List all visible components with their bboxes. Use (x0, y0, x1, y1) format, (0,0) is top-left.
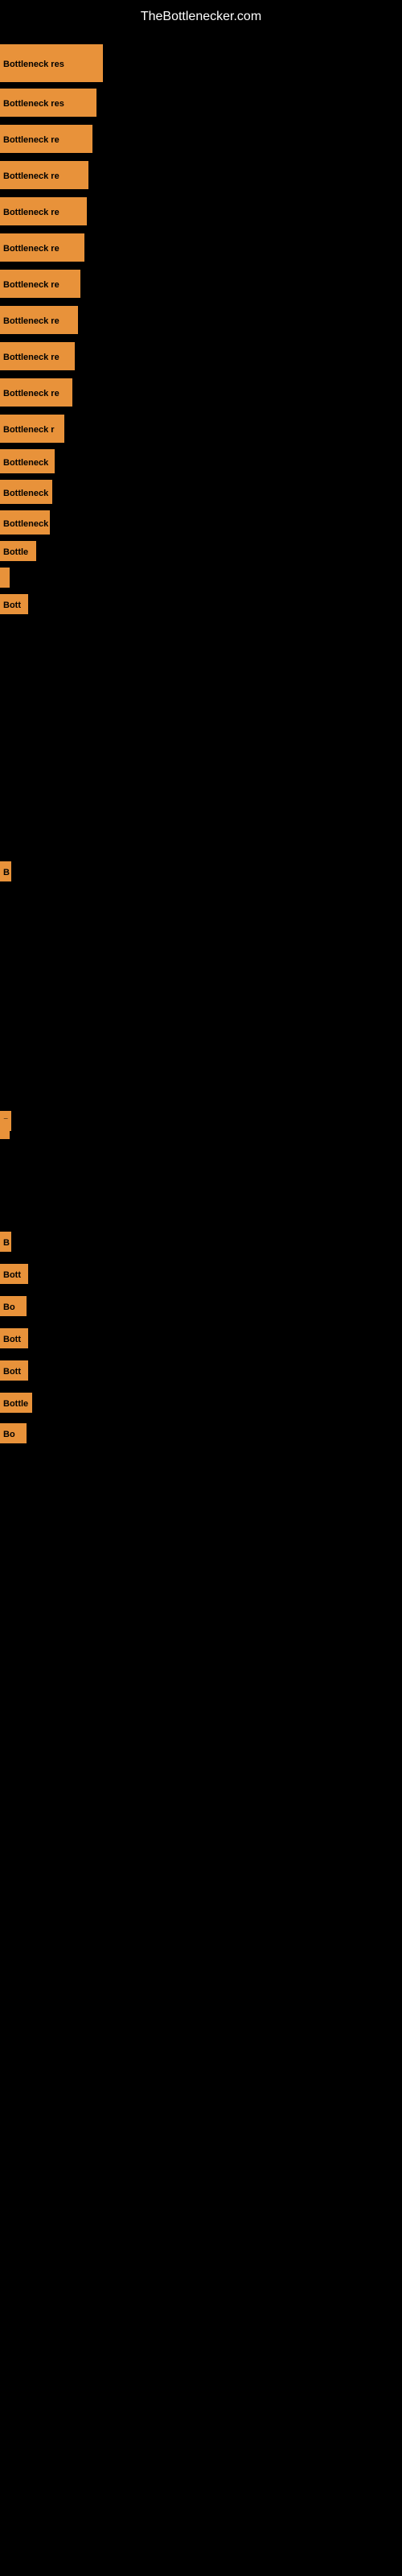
bar-label: Bottleneck (0, 449, 55, 473)
bar-item: Bottleneck re (0, 270, 80, 302)
bar-label: Bottleneck re (0, 233, 84, 262)
bar-label: Bottleneck re (0, 197, 87, 225)
bar-item (0, 568, 10, 592)
bar-label: Bottleneck re (0, 342, 75, 370)
bar-label: Bott (0, 1360, 28, 1381)
bar-item: Bottleneck r (0, 415, 64, 447)
bar-item: Bottleneck (0, 510, 50, 539)
bar-label: Bott (0, 594, 28, 614)
bar-label: Bottleneck re (0, 161, 88, 189)
bar-label (0, 568, 10, 588)
bar-item: Bottleneck (0, 480, 52, 508)
bar-label: Bo (0, 1423, 27, 1443)
bar-label (0, 1119, 10, 1139)
bar-item: Bo (0, 1296, 27, 1320)
bar-label: Bottleneck (0, 480, 52, 504)
bar-item: Bottle (0, 541, 36, 565)
bar-item: Bo (0, 1423, 27, 1447)
bar-item (0, 1119, 10, 1143)
bar-label: Bottleneck re (0, 378, 72, 407)
bar-item: Bott (0, 1328, 28, 1352)
bar-label: Bo (0, 1296, 27, 1316)
bar-item: Bottleneck re (0, 306, 78, 338)
bar-item: Bottleneck (0, 449, 55, 477)
bar-label: Bottleneck re (0, 306, 78, 334)
bar-item: B (0, 1232, 11, 1256)
bar-item: Bottleneck re (0, 378, 72, 411)
bar-label: Bottleneck (0, 510, 50, 535)
bar-item: Bott (0, 1360, 28, 1385)
bar-label: Bottleneck re (0, 270, 80, 298)
bar-item: Bottleneck re (0, 197, 87, 229)
bar-item: Bott (0, 1264, 28, 1288)
bar-item: Bottleneck res (0, 89, 96, 121)
bar-item: Bottleneck re (0, 342, 75, 374)
bar-item: B (0, 861, 11, 886)
bar-item: Bott (0, 594, 28, 618)
bar-label: B (0, 861, 11, 881)
bar-label: Bottle (0, 1393, 32, 1413)
bar-label: Bottleneck re (0, 125, 92, 153)
bar-item: Bottleneck res (0, 44, 103, 86)
site-title: TheBottlenecker.com (0, 3, 402, 31)
bar-label: B (0, 1232, 11, 1252)
bar-label: Bottleneck r (0, 415, 64, 443)
bar-label: Bottle (0, 541, 36, 561)
bar-item: Bottleneck re (0, 161, 88, 193)
bar-label: Bott (0, 1264, 28, 1284)
bar-item: Bottleneck re (0, 125, 92, 157)
bar-label: Bottleneck res (0, 89, 96, 117)
bar-item: Bottleneck re (0, 233, 84, 266)
bar-label: Bott (0, 1328, 28, 1348)
bar-item: Bottle (0, 1393, 32, 1417)
bar-label: Bottleneck res (0, 44, 103, 82)
